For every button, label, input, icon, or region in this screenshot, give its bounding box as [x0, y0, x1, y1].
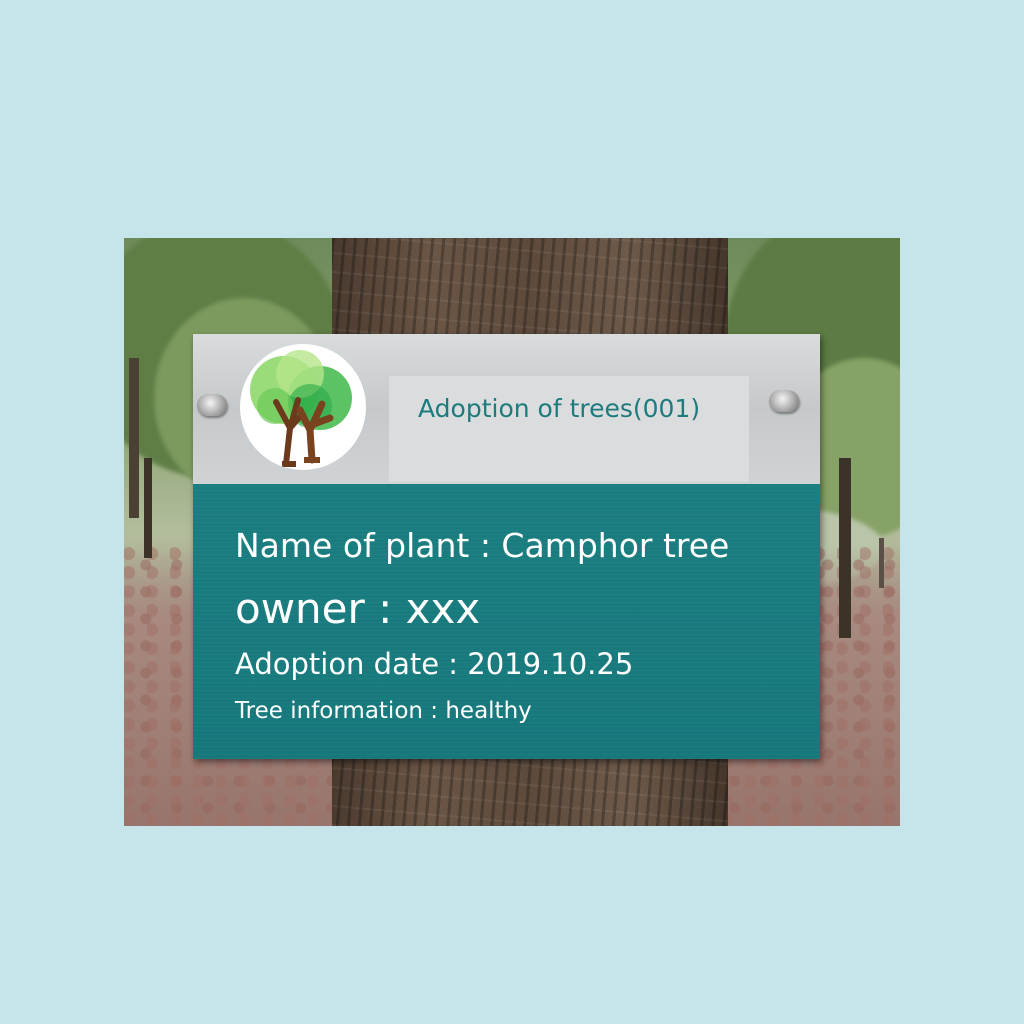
adoption-date-text: Adoption date : 2019.10.25 [235, 647, 634, 681]
background-trunk [879, 538, 884, 588]
bolt-icon [769, 390, 799, 412]
adoption-sign: Adoption of trees(001) Name of plant: C… [193, 334, 820, 759]
sign-info-panel: Name of plant : Camphor tree owner : xxx… [193, 484, 820, 759]
background-trunk [144, 458, 152, 558]
owner-text: owner : xxx [235, 584, 481, 633]
background-trunk [129, 358, 139, 518]
title-panel [389, 376, 749, 482]
background-trunk [839, 458, 851, 638]
tree-photo: Adoption of trees(001) Name of plant: C… [124, 238, 900, 826]
tree-logo-graphic [250, 350, 352, 467]
plant-name-text: Name of plant : Camphor tree [235, 526, 730, 565]
sign-title: Adoption of trees(001) [418, 394, 701, 423]
tree-information-text: Tree information : healthy [235, 698, 532, 724]
tree-logo-icon [240, 344, 366, 470]
bolt-icon [197, 394, 227, 416]
sign-header-panel: Adoption of trees(001) [193, 334, 820, 484]
image-canvas: Adoption of trees(001) Name of plant: C… [0, 0, 1024, 1024]
